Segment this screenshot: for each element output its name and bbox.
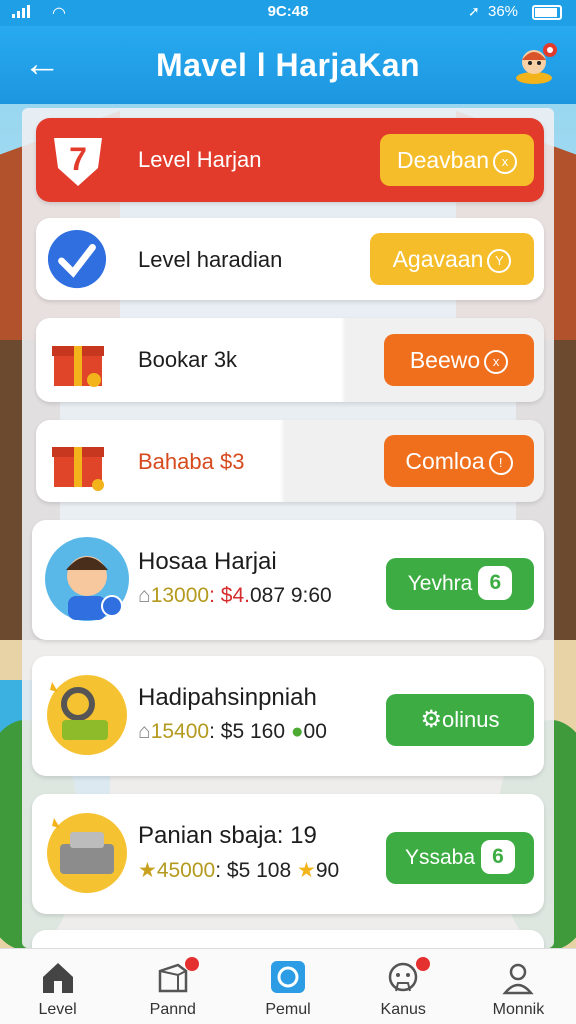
- action-glyph-icon: !: [488, 451, 513, 475]
- action-label: Comloa: [405, 448, 485, 474]
- gear-icon: ⚙: [420, 706, 443, 733]
- gift-box-icon: [52, 447, 104, 491]
- row-label: Panian sbaja: 19: [138, 822, 317, 849]
- row-stats: ⌂13000: $4.087 9:60: [138, 584, 332, 608]
- row-action-button[interactable]: Deavban x: [380, 134, 534, 186]
- action-label: Deavban: [396, 147, 490, 173]
- chat-icon: [271, 961, 305, 993]
- notification-badge: [415, 957, 430, 971]
- row-label: Bookar 3k: [138, 347, 238, 372]
- home-icon: [42, 963, 73, 993]
- coin-icon: ⌂: [138, 584, 151, 607]
- list-item[interactable]: Hosaa Harjai ⌂13000: $4.087 9:60 Yevhra 6: [32, 520, 544, 640]
- battery-percent: 36%: [488, 3, 519, 20]
- row-action-button[interactable]: Yssaba 6: [386, 832, 534, 884]
- stat-value: 087 9:60: [249, 584, 332, 607]
- shield-number: 7: [69, 141, 87, 177]
- stat-value: : $4.: [209, 584, 250, 607]
- action-label: Yssaba: [404, 846, 476, 869]
- bottom-nav: Level Pannd Pemul Kanus Monnik: [0, 948, 576, 1024]
- nav-label: Pannd: [149, 1001, 196, 1018]
- row-label: Hosaa Harjai: [138, 548, 277, 575]
- list-item[interactable]: 7 Level Harjan Deavban x: [36, 118, 544, 202]
- star-icon: ★: [296, 859, 316, 882]
- row-label: Level Harjan: [138, 147, 262, 172]
- page-title: Mavel l HarjaKan: [155, 47, 421, 83]
- yellow-item-icon: [47, 675, 127, 755]
- nav-label: Kanus: [380, 1001, 426, 1018]
- action-label: Agavaan: [392, 246, 484, 272]
- list-item[interactable]: Panian sbaja: 19 ★45000: $5 108 ★90 Yssa…: [32, 794, 544, 914]
- star-icon: ★: [138, 859, 157, 882]
- row-action-button[interactable]: Yevhra 6: [386, 558, 534, 610]
- stat-value: 13000: [150, 584, 210, 607]
- row-label: Hadipahsinpniah: [138, 684, 317, 711]
- row-action-button[interactable]: Beewo x: [384, 334, 534, 386]
- gray-box-icon: [47, 813, 127, 893]
- coin-icon: ⌂: [138, 720, 151, 743]
- status-bar: ◠ 9C:48 ➚ 36%: [0, 0, 576, 26]
- nav-label: Monnik: [492, 1001, 545, 1018]
- nav-item-kanus[interactable]: Kanus: [346, 949, 461, 1024]
- nav-item-pannd[interactable]: Pannd: [115, 949, 230, 1024]
- row-stats: ★45000: $5 108 ★90: [138, 858, 339, 883]
- nav-label: Level: [38, 1001, 77, 1018]
- stat-value: : $5 160: [209, 720, 285, 743]
- stat-value: 00: [303, 720, 327, 743]
- location-icon: ➚: [468, 3, 480, 19]
- app-header: ← Mavel l HarjaKan: [0, 26, 576, 104]
- battery-icon: [532, 5, 562, 20]
- action-label: Yevhra: [407, 572, 473, 595]
- stat-value: 45000: [156, 859, 216, 882]
- count-pill: 6: [478, 566, 513, 600]
- character-avatar-icon[interactable]: [512, 40, 558, 86]
- list-item[interactable]: Bahaba $3 Comloa!: [36, 420, 544, 502]
- stat-value: : $5 108: [215, 859, 292, 882]
- row-action-button[interactable]: Comloa!: [384, 435, 534, 487]
- action-glyph-icon: x: [493, 150, 518, 174]
- list-item[interactable]: Bookar 3k Beewo x: [36, 318, 544, 402]
- nav-item-level[interactable]: Level: [0, 949, 115, 1024]
- row-label: Level haradian: [138, 247, 283, 272]
- row-action-button[interactable]: Agavaan Y: [370, 233, 534, 285]
- stat-value: 15400: [150, 720, 210, 743]
- list-item[interactable]: Hadipahsinpniah ⌂15400: $5 160 ●00 ⚙olin…: [32, 656, 544, 776]
- gift-box-icon: [52, 346, 104, 387]
- row-stats: ⌂15400: $5 160 ●00: [138, 720, 327, 744]
- notification-badge: [185, 957, 200, 971]
- stat-value: 90: [315, 859, 340, 882]
- action-glyph-icon: x: [484, 350, 509, 374]
- boy-avatar-icon: [45, 537, 129, 621]
- action-glyph-icon: Y: [487, 249, 512, 273]
- nav-item-monnik[interactable]: Monnik: [461, 949, 576, 1024]
- clover-icon: ●: [290, 720, 304, 743]
- action-label: olinus: [442, 707, 500, 732]
- person-icon: [502, 963, 535, 995]
- blue-check-icon: [47, 229, 107, 289]
- list-item[interactable]: Level haradian Agavaan Y: [36, 218, 544, 300]
- nav-item-pemul[interactable]: Pemul: [230, 949, 345, 1024]
- count-pill: 6: [481, 840, 516, 874]
- red-shield-7-icon: 7: [54, 138, 102, 186]
- row-label: Bahaba $3: [138, 449, 245, 474]
- row-action-button[interactable]: ⚙olinus: [386, 694, 534, 746]
- nav-label: Pemul: [265, 1001, 311, 1018]
- action-label: Beewo: [409, 347, 481, 373]
